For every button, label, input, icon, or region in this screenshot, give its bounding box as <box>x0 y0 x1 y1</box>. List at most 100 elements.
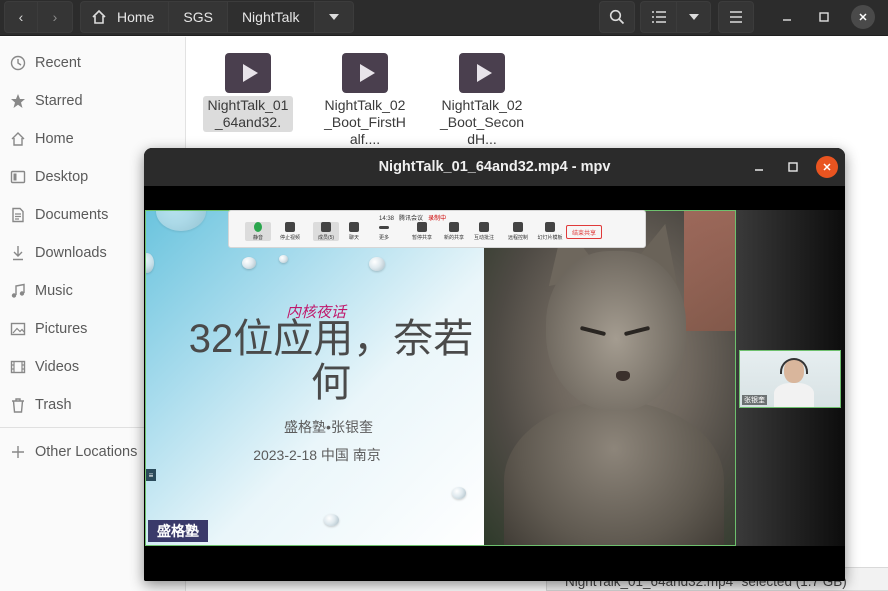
file-name: NightTalk_02_Boot_SecondH... <box>439 97 525 147</box>
home-icon <box>10 131 26 147</box>
water-drop <box>279 255 288 263</box>
minimize-button[interactable] <box>775 5 799 29</box>
minimize-icon <box>755 169 763 171</box>
home-icon <box>92 9 106 24</box>
mpv-maximize-button[interactable] <box>782 156 804 178</box>
slide-date: 2023-2-18 中国 南京 <box>253 447 381 463</box>
plus-icon <box>10 444 26 460</box>
hamburger-icon <box>730 11 742 23</box>
remote-control-label: 远程控制 <box>507 235 528 241</box>
participant-name: 张银奎 <box>742 395 767 405</box>
stop-video-label: 停止视频 <box>279 235 300 241</box>
slideshow-button[interactable]: 幻灯片模板 <box>537 222 563 241</box>
members-button[interactable]: 成员(5) <box>313 222 339 241</box>
sidebar-item-label: Pictures <box>35 321 88 337</box>
list-view-button[interactable] <box>640 1 677 33</box>
list-view-icon <box>651 11 666 23</box>
breadcrumb-sgs[interactable]: SGS <box>169 2 228 32</box>
minimize-icon <box>783 19 791 21</box>
water-drop <box>324 514 339 526</box>
sidebar-item-label: Music <box>35 283 73 299</box>
chat-icon <box>349 222 359 232</box>
close-icon <box>823 163 831 171</box>
file-name: NightTalk_02_Boot_FirstHalf.... <box>324 97 406 147</box>
file-item[interactable]: NightTalk_02_Boot_FirstHalf.... <box>320 53 410 149</box>
pause-share-button[interactable]: 暂停共享 <box>409 222 435 241</box>
pause-share-label: 暂停共享 <box>411 235 432 241</box>
sidebar-item-label: Videos <box>35 359 80 375</box>
mpv-window: NightTalk_01_64and32.mp4 - mpv 内核夜话 32位应… <box>144 148 845 581</box>
file-item[interactable]: NightTalk_02_Boot_SecondH... <box>437 53 527 149</box>
maximize-button[interactable] <box>812 5 836 29</box>
video-area[interactable]: 内核夜话 32位应用，奈若何 盛格塾•张银奎 2023-2-18 中国 南京 ≡… <box>144 186 845 581</box>
sidebar-item-starred[interactable]: Starred <box>0 84 186 118</box>
header-bar: ‹ › Home SGS NightTalk <box>0 0 888 36</box>
desktop-icon <box>10 169 26 185</box>
mpv-minimize-button[interactable] <box>748 156 770 178</box>
chevron-down-icon <box>328 14 339 20</box>
download-icon <box>10 245 26 261</box>
video-icon <box>10 359 26 375</box>
water-drop <box>242 257 256 269</box>
sidebar-item-label: Documents <box>35 207 109 223</box>
new-share-button[interactable]: 新的共享 <box>441 222 467 241</box>
view-options-button[interactable] <box>677 1 711 33</box>
stop-video-button[interactable]: 停止视频 <box>277 222 303 241</box>
video-file-icon <box>459 53 505 93</box>
file-item[interactable]: NightTalk_01_64and32. <box>203 53 293 132</box>
slide-author: 盛格塾•张银奎 <box>284 419 373 435</box>
slide-side-marker: ≡ <box>146 469 156 481</box>
sidebar-item-label: Trash <box>35 397 72 413</box>
star-icon <box>10 93 26 109</box>
breadcrumb-home[interactable]: Home <box>81 2 170 32</box>
video-file-icon <box>225 53 271 93</box>
camera-icon <box>285 222 295 232</box>
back-arrow-icon: ‹ <box>18 9 24 25</box>
members-label: 成员(5) <box>317 235 335 241</box>
pen-icon <box>479 222 489 232</box>
sidebar-item-label: Downloads <box>35 245 107 261</box>
search-button[interactable] <box>599 1 635 33</box>
water-drop <box>369 257 385 271</box>
main-menu-button[interactable] <box>718 1 754 33</box>
breadcrumb-home-label: Home <box>117 9 155 25</box>
annotate-button[interactable]: 互动批注 <box>471 222 497 241</box>
trash-icon <box>10 397 26 413</box>
microphone-icon <box>254 222 262 232</box>
forward-button[interactable]: › <box>38 1 73 33</box>
chat-button[interactable]: 聊天 <box>341 222 367 241</box>
chat-label: 聊天 <box>348 235 359 241</box>
meeting-status: 14:38 腾讯会议 录制中 <box>379 213 446 222</box>
annotate-label: 互动批注 <box>473 235 494 241</box>
mute-button[interactable]: 静音 <box>245 222 271 241</box>
breadcrumb-menu-button[interactable] <box>315 2 353 32</box>
file-name: NightTalk_01_64and32. <box>203 96 293 132</box>
mpv-close-button[interactable] <box>816 156 838 178</box>
slideshow-icon <box>545 222 555 232</box>
breadcrumb-nighttalk[interactable]: NightTalk <box>227 2 315 32</box>
cat-photo <box>484 210 736 546</box>
sidebar-item-recent[interactable]: Recent <box>0 46 186 80</box>
presentation-slide: 内核夜话 32位应用，奈若何 盛格塾•张银奎 2023-2-18 中国 南京 ≡… <box>145 210 485 546</box>
water-drop <box>146 253 154 273</box>
close-icon <box>859 13 867 21</box>
more-icon <box>379 226 389 229</box>
search-icon <box>609 9 625 25</box>
mute-label: 静音 <box>252 235 263 241</box>
document-icon <box>10 207 26 223</box>
more-button[interactable]: 更多 <box>371 222 397 241</box>
meeting-toolbar: 14:38 腾讯会议 录制中 静音 停止视频 成员(5) 聊天 更多 暂停共享 … <box>228 210 646 248</box>
mpv-title: NightTalk_01_64and32.mp4 - mpv <box>144 148 845 186</box>
sidebar-item-label: Starred <box>35 93 83 109</box>
video-file-icon <box>342 53 388 93</box>
close-button[interactable] <box>851 5 875 29</box>
pause-icon <box>417 222 427 232</box>
person-icon <box>321 222 331 232</box>
end-share-button[interactable]: 结束共享 <box>566 225 602 239</box>
slideshow-label: 幻灯片模板 <box>537 235 563 241</box>
remote-control-button[interactable]: 远程控制 <box>505 222 531 241</box>
participant-camera: 张银奎 <box>739 350 841 408</box>
back-button[interactable]: ‹ <box>4 1 38 33</box>
new-share-label: 新的共享 <box>443 235 464 241</box>
more-label: 更多 <box>378 235 389 241</box>
